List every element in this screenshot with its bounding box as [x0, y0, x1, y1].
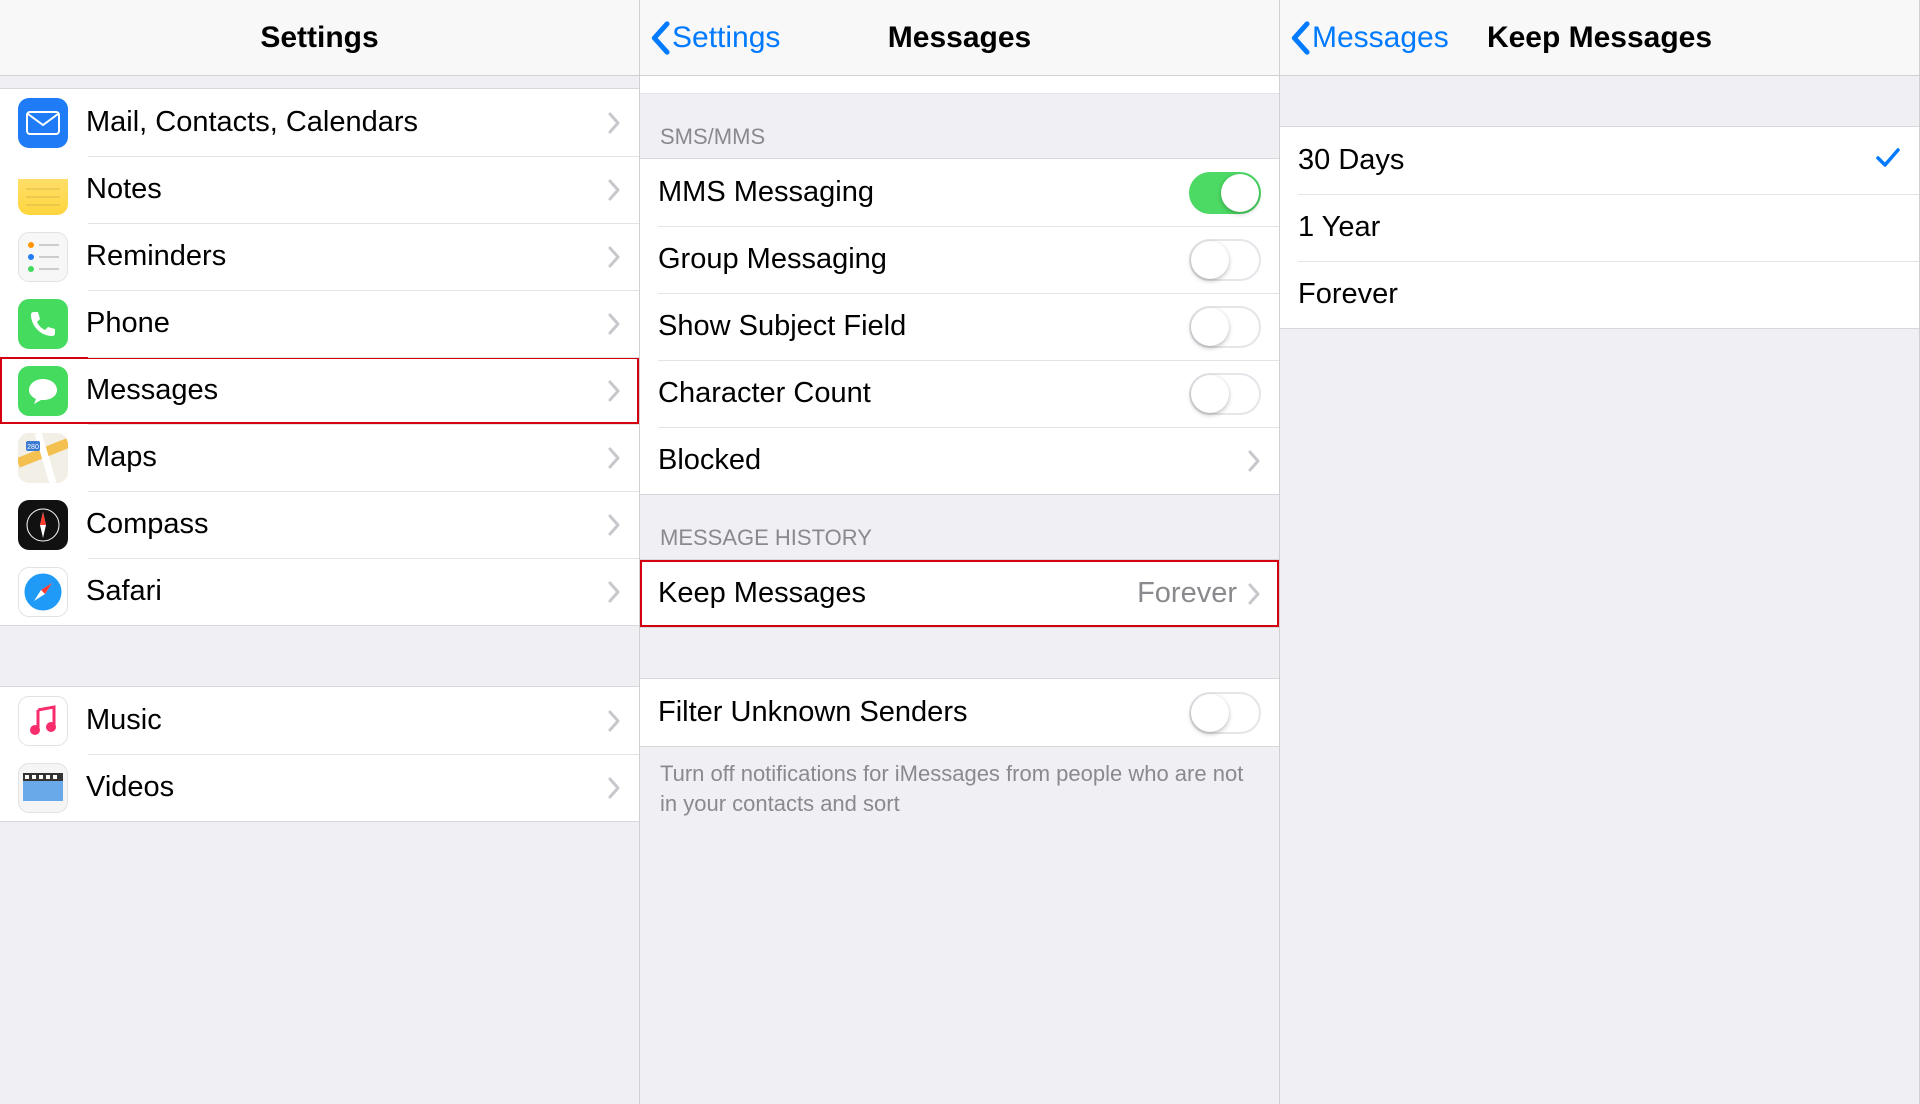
navbar-title-keep: Keep Messages	[1487, 21, 1712, 55]
toggle-charcount[interactable]	[1189, 373, 1261, 415]
row-charcount[interactable]: Character Count	[640, 360, 1279, 427]
row-label-videos: Videos	[86, 771, 607, 804]
row-blocked[interactable]: Blocked	[640, 427, 1279, 494]
row-reminders[interactable]: Reminders	[0, 223, 639, 290]
checkmark-icon	[1875, 147, 1901, 174]
chevron-right-icon	[607, 580, 621, 604]
mail-icon	[18, 98, 68, 148]
row-compass[interactable]: Compass	[0, 491, 639, 558]
navbar-title-settings: Settings	[260, 21, 378, 55]
row-label-notes: Notes	[86, 173, 607, 206]
back-label: Settings	[672, 21, 780, 55]
panel-keep-messages: Messages Keep Messages 30 Days 1 Year Fo…	[1280, 0, 1920, 1104]
option-30d[interactable]: 30 Days	[1280, 127, 1919, 194]
row-keep-messages[interactable]: Keep Messages Forever	[640, 560, 1279, 627]
chevron-left-icon	[650, 21, 670, 55]
svg-text:280: 280	[27, 444, 39, 451]
chevron-right-icon	[1247, 582, 1261, 606]
compass-icon	[18, 500, 68, 550]
chevron-right-icon	[607, 446, 621, 470]
chevron-right-icon	[607, 513, 621, 537]
option-forever[interactable]: Forever	[1280, 261, 1919, 328]
chevron-right-icon	[607, 776, 621, 800]
toggle-group[interactable]	[1189, 239, 1261, 281]
chevron-right-icon	[607, 245, 621, 269]
maps-icon: 280	[18, 433, 68, 483]
row-filter-unknown[interactable]: Filter Unknown Senders	[640, 679, 1279, 746]
keep-messages-label: Keep Messages	[658, 577, 1137, 610]
option-label-1y: 1 Year	[1298, 211, 1901, 244]
row-mms[interactable]: MMS Messaging	[640, 159, 1279, 226]
chevron-right-icon	[1247, 449, 1261, 473]
row-label-music: Music	[86, 704, 607, 737]
chevron-right-icon	[607, 379, 621, 403]
row-phone[interactable]: Phone	[0, 290, 639, 357]
row-subject[interactable]: Show Subject Field	[640, 293, 1279, 360]
panel-messages: Settings Messages SMS/MMS MMS Messaging …	[640, 0, 1280, 1104]
messages-icon	[18, 366, 68, 416]
keep-messages-value: Forever	[1137, 577, 1237, 610]
notes-icon	[18, 165, 68, 215]
label-subject: Show Subject Field	[658, 310, 1189, 343]
label-charcount: Character Count	[658, 377, 1189, 410]
chevron-left-icon	[1290, 21, 1310, 55]
videos-icon	[18, 763, 68, 813]
back-to-messages[interactable]: Messages	[1290, 21, 1449, 55]
section-header-sms: SMS/MMS	[640, 94, 1279, 158]
panel-settings: Settings Mail, Contacts, Calendars Notes…	[0, 0, 640, 1104]
label-mms: MMS Messaging	[658, 176, 1189, 209]
reminders-icon	[18, 232, 68, 282]
navbar-messages: Settings Messages	[640, 0, 1279, 76]
row-videos[interactable]: Videos	[0, 754, 639, 821]
toggle-filter-unknown[interactable]	[1189, 692, 1261, 734]
row-notes[interactable]: Notes	[0, 156, 639, 223]
row-label-maps: Maps	[86, 441, 607, 474]
toggle-mms[interactable]	[1189, 172, 1261, 214]
chevron-right-icon	[607, 178, 621, 202]
toggle-subject[interactable]	[1189, 306, 1261, 348]
chevron-right-icon	[607, 312, 621, 336]
row-mail[interactable]: Mail, Contacts, Calendars	[0, 89, 639, 156]
navbar-keep-messages: Messages Keep Messages	[1280, 0, 1919, 76]
back-label: Messages	[1312, 21, 1449, 55]
row-label-reminders: Reminders	[86, 240, 607, 273]
music-icon	[18, 696, 68, 746]
row-group[interactable]: Group Messaging	[640, 226, 1279, 293]
back-to-settings[interactable]: Settings	[650, 21, 780, 55]
safari-icon	[18, 567, 68, 617]
row-label-messages: Messages	[86, 374, 607, 407]
option-label-30d: 30 Days	[1298, 144, 1875, 177]
phone-icon	[18, 299, 68, 349]
row-safari[interactable]: Safari	[0, 558, 639, 625]
row-messages[interactable]: Messages	[0, 357, 639, 424]
navbar-settings: Settings	[0, 0, 639, 76]
row-label-phone: Phone	[86, 307, 607, 340]
label-blocked: Blocked	[658, 444, 1247, 477]
chevron-right-icon	[607, 111, 621, 135]
chevron-right-icon	[607, 709, 621, 733]
row-label-compass: Compass	[86, 508, 607, 541]
label-group: Group Messaging	[658, 243, 1189, 276]
row-label-mail: Mail, Contacts, Calendars	[86, 106, 607, 139]
footer-filter-unknown: Turn off notifications for iMessages fro…	[640, 747, 1279, 818]
filter-unknown-label: Filter Unknown Senders	[658, 696, 1189, 729]
section-header-history: MESSAGE HISTORY	[640, 495, 1279, 559]
row-music[interactable]: Music	[0, 687, 639, 754]
option-label-forever: Forever	[1298, 278, 1901, 311]
row-label-safari: Safari	[86, 575, 607, 608]
option-1y[interactable]: 1 Year	[1280, 194, 1919, 261]
navbar-title-messages: Messages	[888, 21, 1031, 55]
row-maps[interactable]: 280 Maps	[0, 424, 639, 491]
